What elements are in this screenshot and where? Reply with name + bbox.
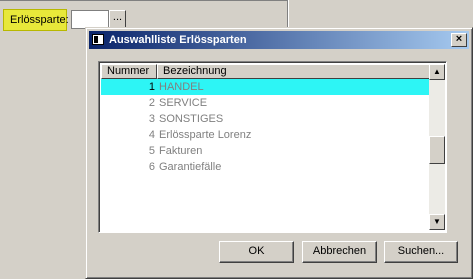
selection-dialog: Auswahlliste Erlössparten × Nummer Bezei… xyxy=(85,27,473,279)
list-header: Nummer Bezeichnung xyxy=(101,64,431,79)
erloessparten-list[interactable]: Nummer Bezeichnung 1 HANDEL 2 SERVICE 3 SONST… xyxy=(98,61,447,233)
row-bezeichnung: Garantiefälle xyxy=(159,161,222,173)
scroll-down-arrow-icon[interactable]: ▼ xyxy=(429,214,445,230)
column-header-bezeichnung[interactable]: Bezeichnung xyxy=(157,64,431,79)
vertical-scrollbar[interactable]: ▲ ▼ xyxy=(429,64,445,230)
list-row[interactable]: 1 HANDEL xyxy=(101,79,431,95)
cancel-button[interactable]: Abbrechen xyxy=(302,241,377,263)
erloessparte-label: Erlössparte: xyxy=(3,9,69,31)
row-bezeichnung: SERVICE xyxy=(159,97,208,109)
row-nummer: 6 xyxy=(148,161,155,173)
row-nummer: 1 xyxy=(148,81,155,93)
list-row[interactable]: 5 Fakturen xyxy=(101,143,431,159)
scrollbar-thumb[interactable] xyxy=(429,136,445,164)
column-header-nummer[interactable]: Nummer xyxy=(101,64,157,79)
row-nummer: 3 xyxy=(148,113,155,125)
row-nummer: 5 xyxy=(148,145,155,157)
window-icon xyxy=(92,34,104,45)
row-nummer: 2 xyxy=(148,97,155,109)
dialog-titlebar[interactable]: Auswahlliste Erlössparten × xyxy=(89,31,469,49)
row-bezeichnung: HANDEL xyxy=(159,81,204,93)
row-bezeichnung: SONSTIGES xyxy=(159,113,224,125)
list-row[interactable]: 3 SONSTIGES xyxy=(101,111,431,127)
close-button[interactable]: × xyxy=(451,33,467,47)
list-row[interactable]: 4 Erlössparte Lorenz xyxy=(101,127,431,143)
row-bezeichnung: Erlössparte Lorenz xyxy=(159,129,252,141)
list-rows: 1 HANDEL 2 SERVICE 3 SONSTIGES 4 Erlössparte Lo… xyxy=(101,79,431,175)
dialog-title: Auswahlliste Erlössparten xyxy=(109,34,247,46)
row-bezeichnung: Fakturen xyxy=(159,145,203,157)
panel-top-edge xyxy=(0,0,287,1)
search-button[interactable]: Suchen... xyxy=(384,241,458,263)
list-row[interactable]: 2 SERVICE xyxy=(101,95,431,111)
list-row[interactable]: 6 Garantiefälle xyxy=(101,159,431,175)
scroll-up-arrow-icon[interactable]: ▲ xyxy=(429,64,445,80)
ok-button[interactable]: OK xyxy=(219,241,294,263)
row-nummer: 4 xyxy=(148,129,155,141)
